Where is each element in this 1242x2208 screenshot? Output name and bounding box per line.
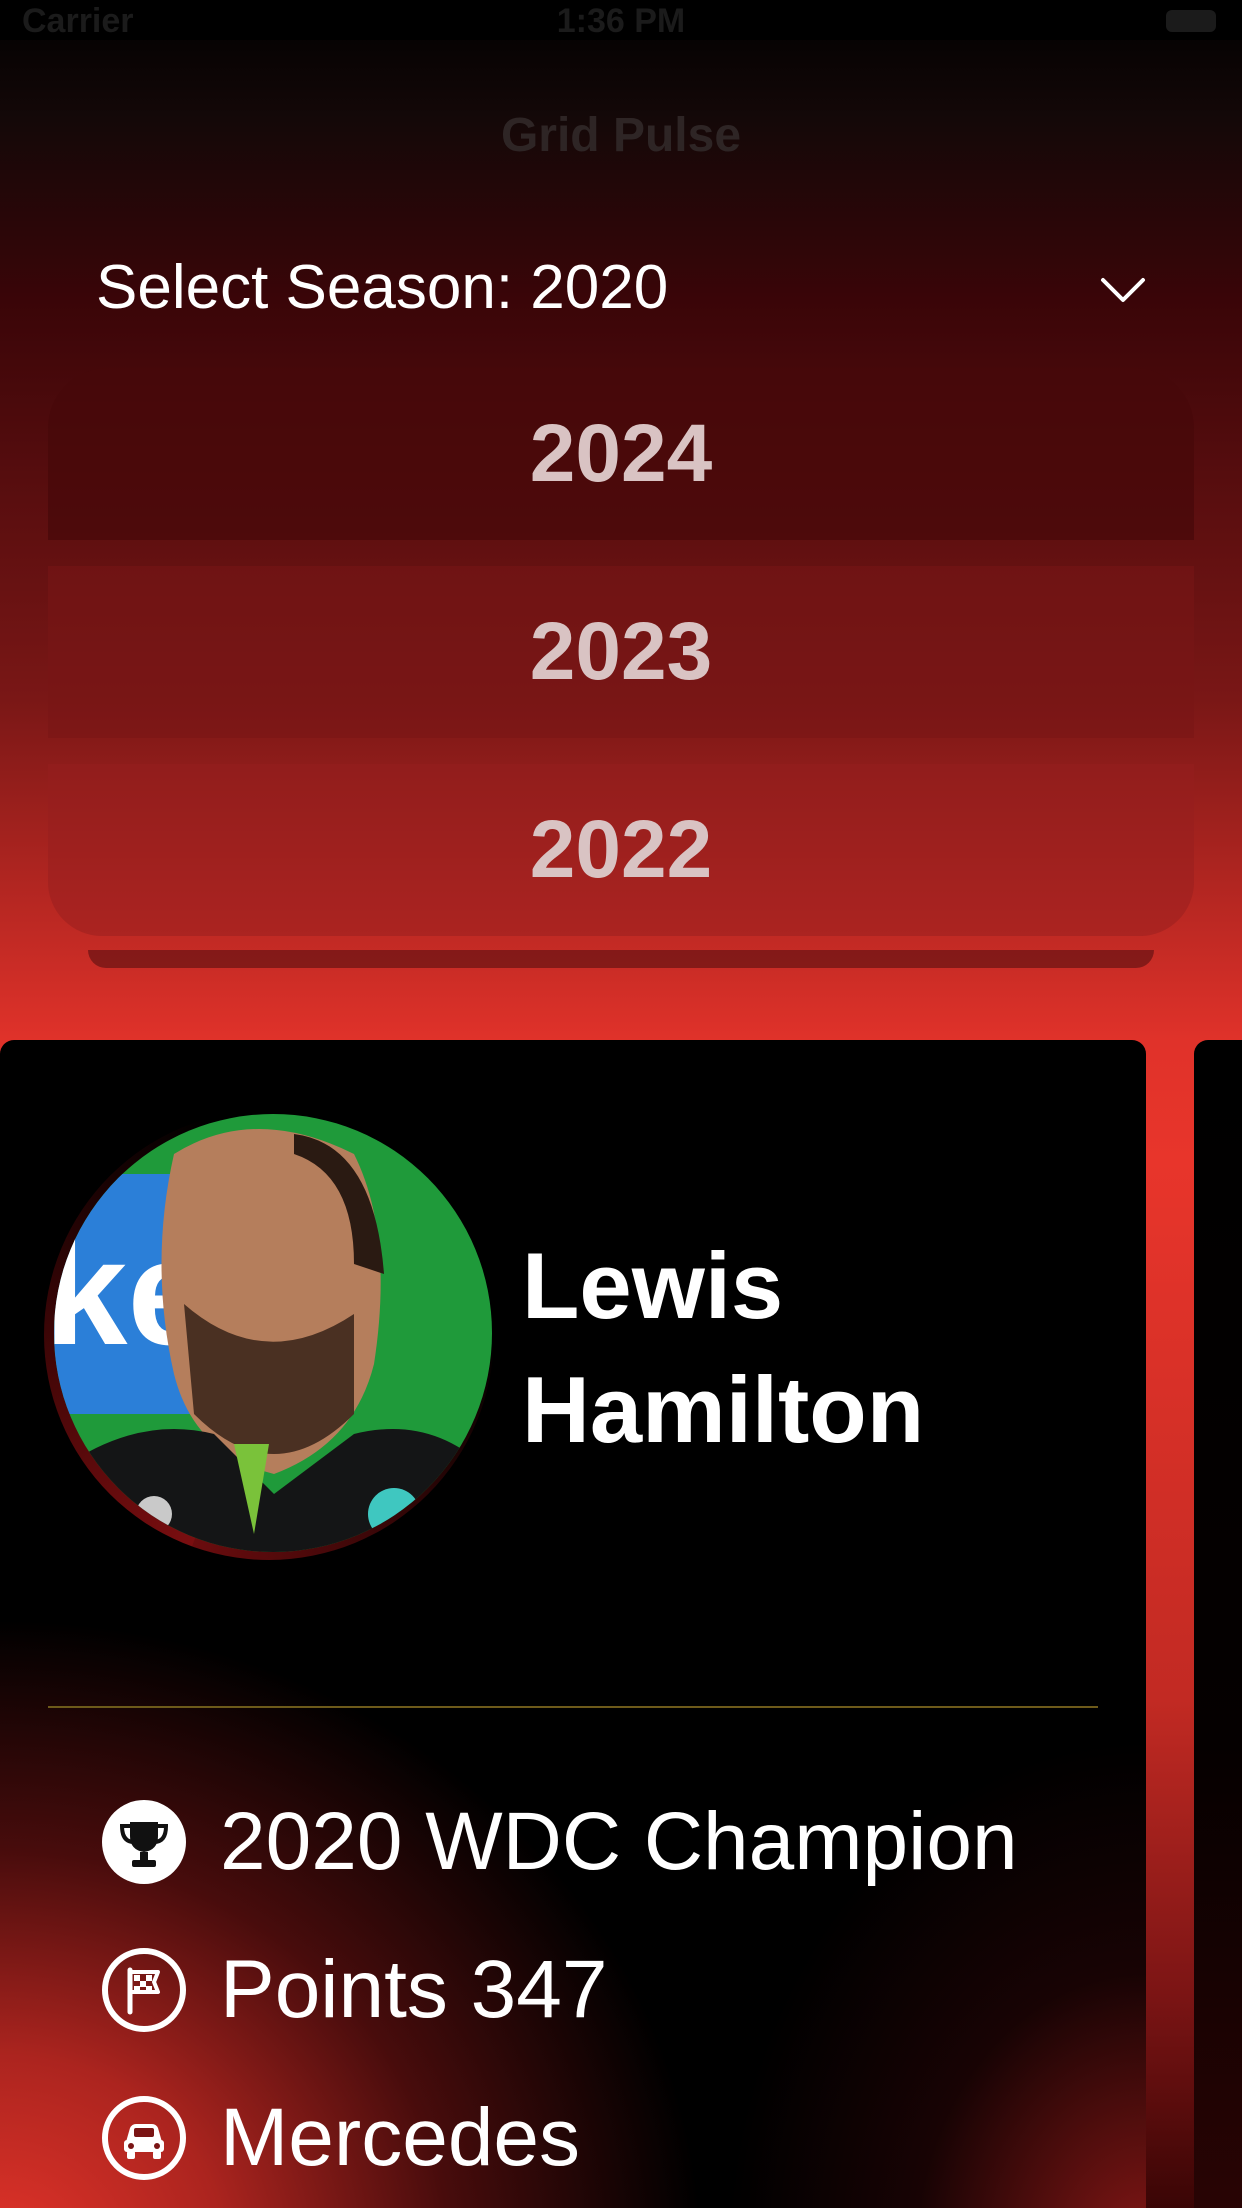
trophy-icon	[102, 1800, 186, 1884]
stat-team-text: Mercedes	[220, 2092, 581, 2183]
status-bar: Carrier 1:36 PM	[0, 0, 1242, 40]
checkered-flag-icon	[102, 1948, 186, 2032]
driver-last-name: Hamilton	[522, 1357, 925, 1462]
dropdown-shadow	[88, 950, 1154, 968]
season-select-label: Select Season: 2020	[96, 253, 669, 322]
season-option-2022[interactable]: 2022	[48, 764, 1194, 936]
stat-points: Points 347	[100, 1940, 608, 2040]
driver-first-name: Lewis	[522, 1233, 784, 1338]
season-select-dropdown[interactable]: Select Season: 2020	[48, 240, 1194, 334]
driver-avatar: ke	[54, 1114, 492, 1552]
driver-photo: ke	[54, 1114, 492, 1552]
card-divider	[48, 1706, 1098, 1708]
stat-championship-text: 2020 WDC Champion	[220, 1796, 1018, 1887]
next-driver-card[interactable]	[1194, 1040, 1242, 2208]
status-time: 1:36 PM	[556, 2, 686, 40]
chevron-down-icon	[1101, 278, 1145, 302]
stat-points-text: Points 347	[220, 1944, 608, 2035]
season-options-list: 2024 2023 2022	[48, 368, 1194, 968]
season-option-2024[interactable]: 2024	[48, 368, 1194, 540]
battery-icon	[1166, 10, 1216, 32]
driver-card[interactable]: ke Lewis Hamilton 2020 WDC Champion Poin…	[0, 1040, 1146, 2208]
stat-team: Mercedes	[100, 2088, 580, 2188]
app-title: Grid Pulse	[500, 109, 742, 162]
app-screen: Carrier 1:36 PM Grid Pulse Select Season…	[0, 0, 1242, 2208]
driver-name: Lewis Hamilton	[522, 1224, 924, 1472]
season-option-2023[interactable]: 2023	[48, 566, 1194, 738]
stat-championship: 2020 WDC Champion	[100, 1792, 1018, 1892]
car-icon	[102, 2096, 186, 2180]
